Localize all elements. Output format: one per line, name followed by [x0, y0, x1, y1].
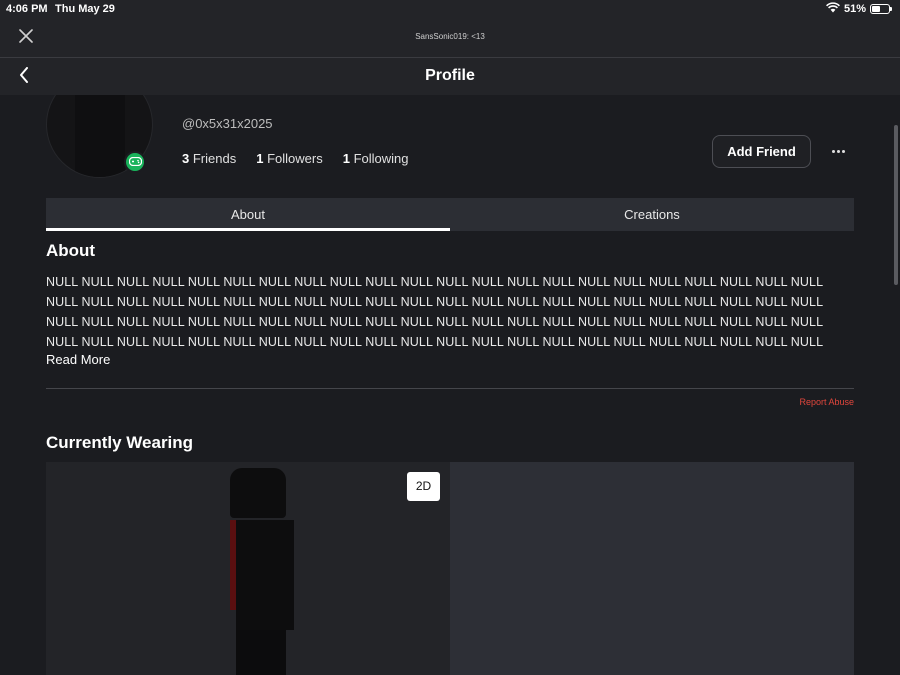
- browser-title: SansSonic019: <13: [415, 32, 485, 41]
- stat-following[interactable]: 1 Following: [343, 151, 409, 166]
- tab-creations[interactable]: Creations: [450, 198, 854, 231]
- read-more-link[interactable]: Read More: [46, 352, 110, 367]
- currently-wearing-heading: Currently Wearing: [46, 433, 194, 452]
- scrollbar[interactable]: [894, 125, 898, 285]
- add-friend-button[interactable]: Add Friend: [712, 135, 811, 168]
- avatar-legs: [236, 630, 286, 675]
- more-dot: [841, 149, 845, 153]
- gamepad-icon: [128, 153, 142, 171]
- battery-fill: [872, 6, 881, 12]
- username: @0x5x31x2025: [182, 116, 273, 131]
- profile-tabs: About Creations: [46, 198, 854, 231]
- profile-header: Profile: [0, 58, 900, 95]
- profile-stats: 3 Friends 1 Followers 1 Following: [182, 151, 408, 166]
- status-bar: 4:06 PM Thu May 29 51%: [0, 0, 900, 18]
- avatar-torso: [236, 520, 294, 630]
- battery-icon: [870, 4, 892, 14]
- browser-bar: SansSonic019: <13: [0, 18, 900, 58]
- about-heading: About: [46, 241, 96, 260]
- avatar-figure: [75, 95, 125, 177]
- status-right: 51%: [826, 2, 892, 16]
- profile-content[interactable]: 0x5x31x2025 @0x5x31x2025 3 Friends 1 Fol…: [0, 95, 900, 675]
- avatar-head: [230, 468, 286, 518]
- wearing-items-panel: [450, 462, 854, 675]
- report-abuse-link[interactable]: Report Abuse: [799, 397, 854, 407]
- presence-badge: [124, 151, 146, 173]
- avatar-viewer[interactable]: 2D: [46, 462, 450, 675]
- more-dot: [831, 149, 835, 153]
- more-options-button[interactable]: [826, 141, 850, 161]
- page-title: Profile: [425, 67, 475, 84]
- about-description: NULL NULL NULL NULL NULL NULL NULL NULL …: [46, 275, 824, 349]
- battery-percent: 51%: [843, 3, 866, 15]
- status-time: 4:06 PM: [6, 3, 48, 15]
- view-2d-toggle-button[interactable]: 2D: [407, 472, 440, 501]
- status-date: Thu May 29: [55, 3, 115, 15]
- display-name: 0x5x31x2025: [182, 95, 317, 97]
- more-dot: [836, 149, 840, 153]
- tab-about[interactable]: About: [46, 198, 450, 231]
- stat-followers[interactable]: 1 Followers: [256, 151, 322, 166]
- wifi-icon: [826, 2, 840, 16]
- stat-friends[interactable]: 3 Friends: [182, 151, 236, 166]
- divider: [46, 388, 854, 389]
